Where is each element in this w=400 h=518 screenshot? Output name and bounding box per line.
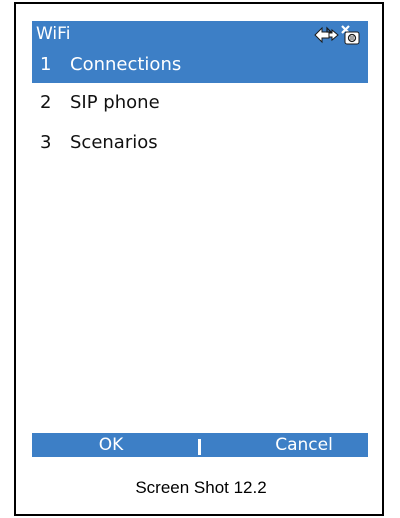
no-signal-icon [341, 25, 360, 45]
app-title: WiFi [36, 24, 71, 44]
menu-item-label: SIP phone [70, 92, 160, 113]
menu-item-label: Connections [70, 54, 182, 75]
connection-arrows-icon [314, 26, 339, 44]
screenshot-frame: WiFi 1 Connections 2 SIP phone 3 Scenari… [14, 2, 384, 516]
menu-list: 1 Connections 2 SIP phone 3 Scenarios [32, 47, 368, 163]
menu-item-number: 2 [40, 92, 52, 113]
menu-item-sip-phone[interactable]: 2 SIP phone [32, 83, 368, 123]
cancel-softkey[interactable]: Cancel [200, 433, 368, 457]
phone-screen: WiFi 1 Connections 2 SIP phone 3 Scenari… [32, 21, 368, 457]
figure-caption: Screen Shot 12.2 [135, 478, 267, 497]
ok-softkey[interactable]: OK [32, 433, 200, 457]
menu-item-connections[interactable]: 1 Connections [32, 47, 368, 83]
menu-item-label: Scenarios [70, 132, 158, 153]
menu-item-number: 1 [40, 54, 52, 75]
softkey-bar: OK Cancel [32, 433, 368, 457]
menu-item-number: 3 [40, 132, 52, 153]
status-icons [312, 24, 362, 46]
title-bar: WiFi [32, 21, 368, 47]
menu-item-scenarios[interactable]: 3 Scenarios [32, 123, 368, 163]
